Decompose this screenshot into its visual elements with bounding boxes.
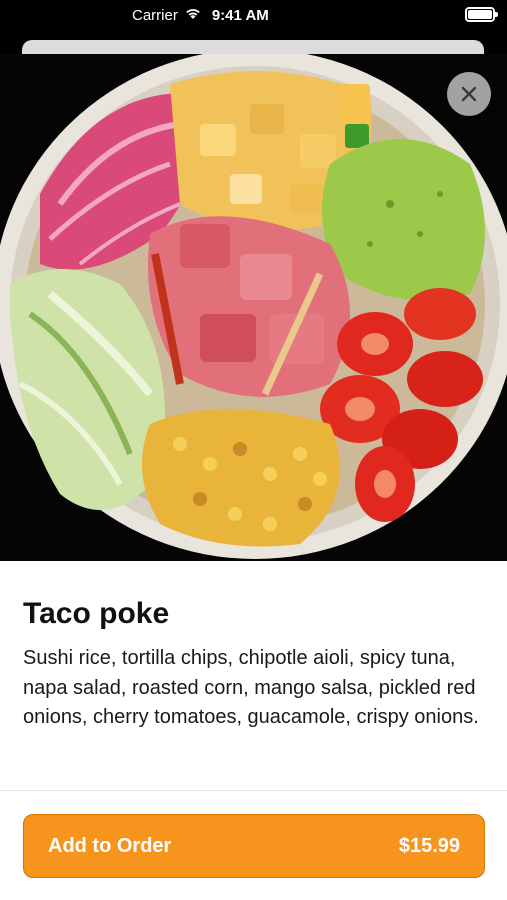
price-label: $15.99: [398, 834, 460, 857]
roasted-corn: [142, 409, 340, 547]
food-photo: [0, 54, 507, 561]
time-label: 9:41 AM: [211, 6, 269, 24]
battery-icon: [465, 7, 498, 22]
poke-bowl-illustration: [0, 54, 507, 559]
battery-fill: [468, 10, 492, 19]
close-icon: [461, 86, 477, 102]
spicy-tuna: [148, 216, 350, 397]
status-left: Carrier 9:41 AM: [132, 6, 269, 24]
close-button[interactable]: [447, 72, 491, 116]
item-details: Taco poke Sushi rice, tortilla chips, ch…: [0, 561, 507, 900]
add-to-order-label: Add to Order: [48, 834, 172, 857]
guacamole: [322, 139, 485, 301]
wifi-icon: [184, 6, 202, 24]
carrier-label: Carrier: [132, 6, 178, 24]
status-bar: Carrier 9:41 AM: [0, 0, 507, 32]
item-description: Sushi rice, tortilla chips, chipotle aio…: [23, 647, 479, 728]
add-to-order-button[interactable]: Add to Order $15.99: [23, 814, 485, 878]
divider: [0, 790, 507, 791]
item-title: Taco poke: [23, 597, 170, 630]
